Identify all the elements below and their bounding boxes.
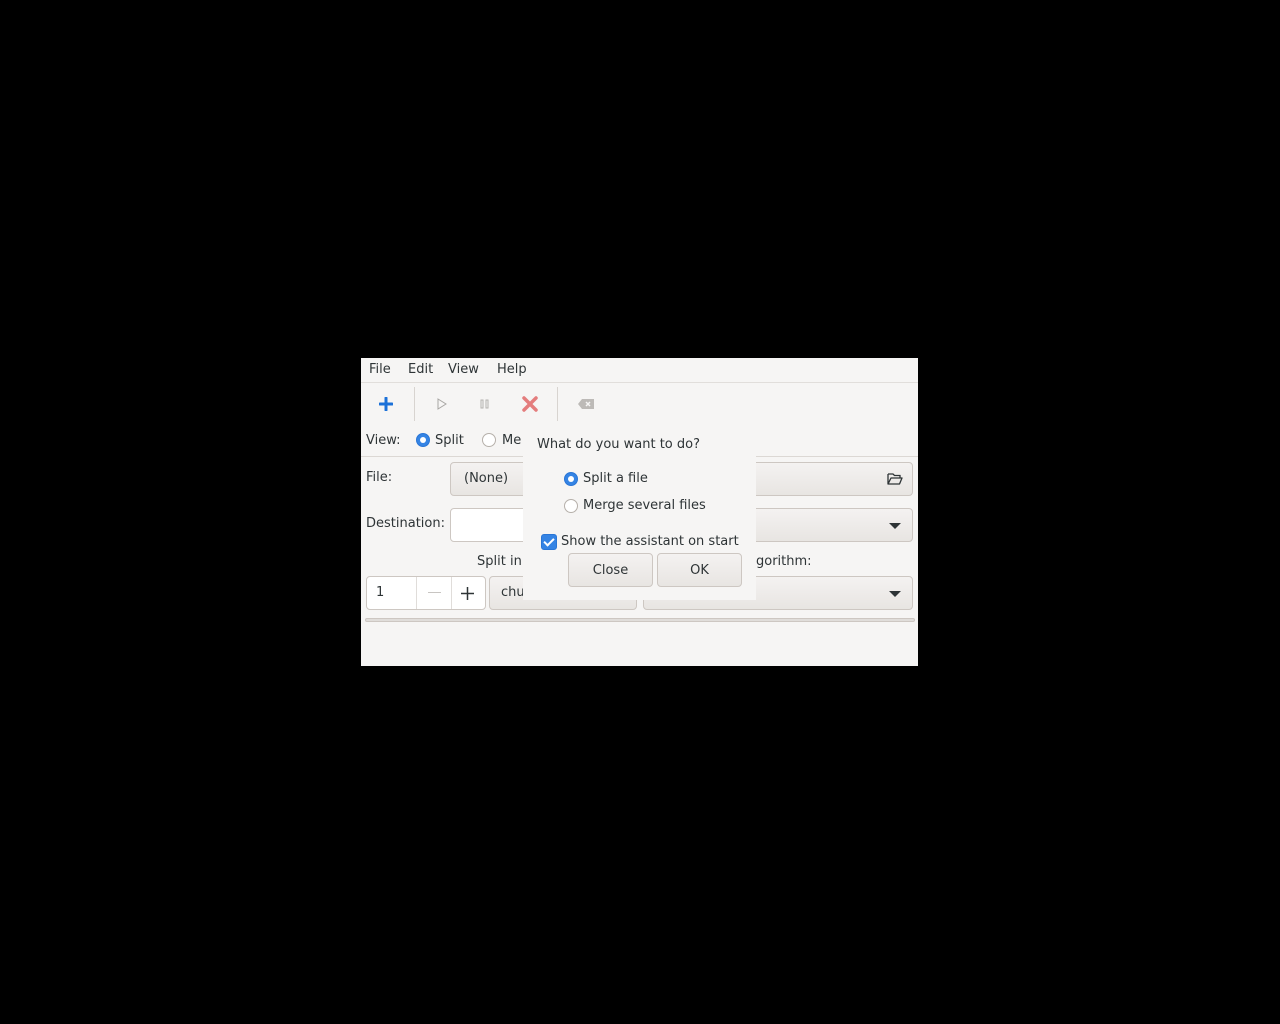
- close-button[interactable]: Close: [568, 553, 653, 587]
- toolbar-separator: [414, 387, 415, 421]
- pause-icon: [480, 399, 489, 409]
- menu-view[interactable]: View: [448, 362, 479, 378]
- menu-help[interactable]: Help: [497, 362, 527, 378]
- clear-icon: [578, 399, 594, 409]
- chunk-count-spinner[interactable]: 1: [366, 576, 486, 610]
- dialog-question: What do you want to do?: [537, 437, 701, 452]
- show-assistant-label: Show the assistant on start: [561, 534, 739, 549]
- split-file-radio[interactable]: [564, 472, 578, 486]
- menu-file[interactable]: File: [369, 362, 391, 378]
- pause-button[interactable]: [471, 391, 499, 417]
- chunk-unit-value: chu: [501, 585, 525, 600]
- assistant-dialog: What do you want to do? Split a file Mer…: [523, 426, 756, 600]
- plus-icon[interactable]: [460, 586, 475, 601]
- start-button[interactable]: [428, 391, 456, 417]
- add-icon: [379, 397, 393, 411]
- ok-button[interactable]: OK: [657, 553, 742, 587]
- folder-open-icon: [887, 473, 903, 485]
- minus-icon[interactable]: [428, 592, 441, 593]
- chevron-down-icon: [889, 591, 901, 597]
- cancel-button[interactable]: [516, 391, 544, 417]
- show-assistant-checkbox[interactable]: [541, 534, 557, 550]
- merge-files-radio[interactable]: [564, 499, 578, 513]
- view-label: View:: [366, 433, 401, 448]
- file-chooser-value: (None): [464, 471, 509, 486]
- split-into-label: Split in: [477, 554, 522, 569]
- destination-label: Destination:: [366, 516, 445, 531]
- toolbar-separator: [557, 387, 558, 421]
- chunk-count-value: 1: [376, 585, 385, 600]
- menu-bar: File Edit View Help: [361, 358, 918, 383]
- view-merge-radio[interactable]: [482, 433, 496, 447]
- algorithm-label: gorithm:: [756, 554, 812, 569]
- view-split-label: Split: [435, 433, 464, 448]
- merge-files-label: Merge several files: [583, 498, 706, 513]
- file-label: File:: [366, 470, 393, 485]
- clear-button[interactable]: [572, 391, 600, 417]
- menu-edit[interactable]: Edit: [408, 362, 433, 378]
- progress-bar: [365, 618, 915, 622]
- view-split-radio[interactable]: [416, 433, 430, 447]
- add-button[interactable]: [372, 391, 400, 417]
- cancel-icon: [522, 396, 538, 412]
- view-merge-label: Me: [502, 433, 522, 448]
- split-file-label: Split a file: [583, 471, 648, 486]
- toolbar: [361, 383, 918, 425]
- chevron-down-icon: [889, 523, 901, 529]
- play-icon: [437, 398, 447, 410]
